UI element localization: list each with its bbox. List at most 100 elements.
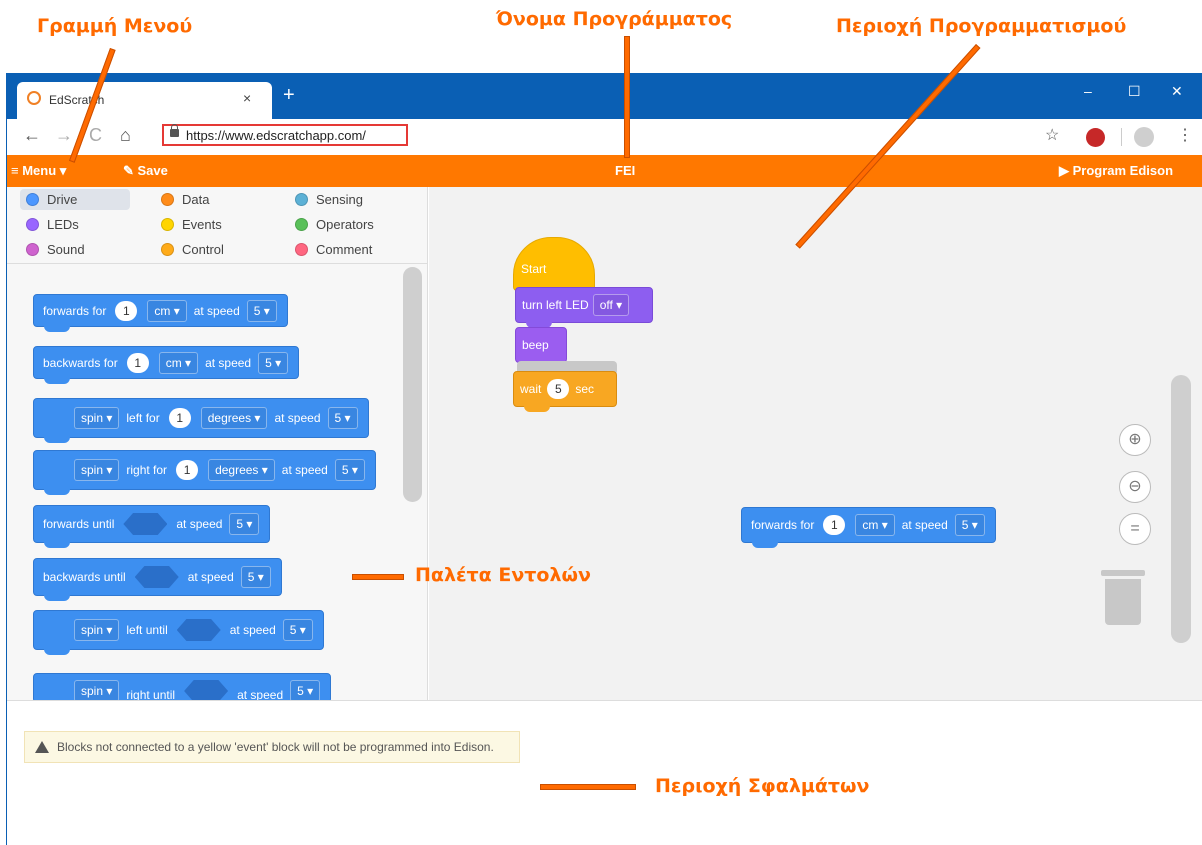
spin-dropdown[interactable]: spin ▾ [74,459,120,481]
tab-close-icon[interactable]: × [243,90,251,106]
condition-slot[interactable] [184,680,229,702]
address-bar-row: ← → C ⌂ https://www.edscratchapp.com/ ☆ … [7,119,1202,155]
block-text: forwards for [751,518,815,532]
condition-slot[interactable] [134,566,179,588]
unit-dropdown[interactable]: cm ▾ [158,351,199,374]
comment-color-icon [295,243,308,256]
speed-dropdown[interactable]: 5 ▾ [334,459,365,481]
forward-icon[interactable]: → [55,125,73,146]
block-forwards-for-loose[interactable]: forwards for 1 cm ▾ at speed 5 ▾ [741,507,996,548]
block-backwards-for[interactable]: backwards for 1 cm ▾ at speed 5 ▾ [33,346,300,384]
degrees-input[interactable]: 1 [176,460,199,480]
distance-input[interactable]: 1 [115,300,138,321]
category-label: Events [182,217,222,232]
category-sensing[interactable]: Sensing [289,189,363,210]
speed-dropdown[interactable]: 5 ▾ [954,514,985,536]
save-button[interactable]: ✎ Save [123,163,168,179]
close-window-button[interactable]: ✕ [1171,83,1183,100]
menu-button[interactable]: ≡ Menu ▾ [11,163,66,179]
block-forwards-for[interactable]: forwards for 1 cm ▾ at speed 5 ▾ [33,294,288,332]
block-text: at speed [205,355,252,370]
category-sound[interactable]: Sound [20,239,85,260]
control-color-icon [161,243,174,256]
url-input[interactable]: https://www.edscratchapp.com/ [162,124,408,146]
warning-message: Blocks not connected to a yellow 'event'… [24,731,520,763]
palette-scrollbar[interactable] [403,267,422,502]
category-operators[interactable]: Operators [289,214,374,235]
category-events[interactable]: Events [155,214,222,235]
speed-dropdown[interactable]: 5 ▾ [240,566,271,588]
trash-can-icon[interactable] [1105,579,1141,625]
category-data[interactable]: Data [155,189,209,210]
speed-dropdown[interactable]: 5 ▾ [290,680,321,702]
wait-input[interactable]: 5 [547,379,570,399]
category-leds[interactable]: LEDs [20,214,79,235]
block-text: turn left LED [522,298,589,312]
zoom-out-icon[interactable]: ⊖ [1119,471,1151,503]
block-spin-left-for[interactable]: spin ▾ left for 1 degrees ▾ at speed 5 ▾ [33,398,369,443]
zoom-reset-icon[interactable]: = [1119,513,1151,545]
data-color-icon [161,193,174,206]
speed-dropdown[interactable]: 5 ▾ [282,619,313,641]
leds-color-icon [26,218,39,231]
workspace-vertical-scrollbar[interactable] [1171,375,1191,643]
block-start[interactable]: Start [513,237,595,291]
unit-dropdown[interactable]: cm ▾ [147,299,187,322]
block-text: at speed [176,517,223,531]
block-spin-right-until[interactable]: spin ▾ right until at speed 5 ▾ [33,673,332,703]
block-backwards-until[interactable]: backwards until at speed 5 ▾ [33,558,282,601]
speed-dropdown[interactable]: 5 ▾ [246,299,277,322]
home-icon[interactable]: ⌂ [120,125,131,146]
block-spin-right-for[interactable]: spin ▾ right for 1 degrees ▾ at speed 5 ▾ [33,450,376,495]
block-beep[interactable]: beep [515,327,567,368]
category-comment[interactable]: Comment [289,239,372,260]
annotation-programming-area: Περιοχή Προγραμματισμού [836,15,1127,37]
degrees-input[interactable]: 1 [168,408,191,428]
program-edison-button[interactable]: ▶ Program Edison [1059,163,1173,179]
led-state-dropdown[interactable]: off ▾ [592,294,630,316]
maximize-button[interactable]: ☐ [1128,83,1141,100]
speed-dropdown[interactable]: 5 ▾ [258,351,289,374]
category-drive[interactable]: Drive [20,189,130,210]
category-control[interactable]: Control [155,239,224,260]
block-text: left until [126,623,168,637]
error-scrollbar[interactable] [1193,705,1199,835]
profile-avatar[interactable] [1134,127,1154,147]
minimize-button[interactable]: – [1084,83,1092,99]
distance-input[interactable]: 1 [823,515,846,535]
condition-slot[interactable] [123,513,168,535]
bookmark-star-icon[interactable]: ☆ [1045,125,1059,145]
zoom-in-icon[interactable]: ⊕ [1119,424,1151,456]
unit-dropdown[interactable]: degrees ▾ [200,407,268,429]
condition-slot[interactable] [176,619,221,641]
distance-input[interactable]: 1 [126,352,149,373]
unit-dropdown[interactable]: cm ▾ [855,514,895,536]
back-icon[interactable]: ← [23,125,41,146]
screenshot-root: Γραμμή Μενού Όνομα Προγράμματος Περιοχή … [0,0,1202,845]
block-forwards-until[interactable]: forwards until at speed 5 ▾ [33,505,271,548]
block-wait[interactable]: wait 5 sec [513,371,617,412]
unit-dropdown[interactable]: degrees ▾ [208,459,275,481]
block-text: at speed [901,518,948,532]
speed-dropdown[interactable]: 5 ▾ [327,407,358,429]
trash-lid-icon [1101,570,1145,576]
annotation-program-name: Όνομα Προγράμματος [496,8,733,30]
speed-dropdown[interactable]: 5 ▾ [229,513,260,535]
reload-icon[interactable]: C [89,125,102,146]
category-label: Control [182,242,224,257]
extension-icon[interactable] [1086,128,1105,147]
block-turn-left-led[interactable]: turn left LED off ▾ [515,287,653,328]
category-label: Operators [316,217,374,232]
spin-dropdown[interactable]: spin ▾ [74,407,120,429]
browser-menu-icon[interactable]: ⋮ [1177,125,1193,145]
block-spin-left-until[interactable]: spin ▾ left until at speed 5 ▾ [33,610,324,655]
program-name[interactable]: FEI [615,163,635,178]
spin-dropdown[interactable]: spin ▾ [74,619,120,641]
new-tab-button[interactable]: + [283,84,295,107]
annotation-command-palette: Παλέτα Εντολών [415,564,591,586]
block-text: Start [521,262,547,276]
programming-workspace[interactable]: Start turn left LED off ▾ beep wait 5 sec f… [429,187,1202,770]
lock-icon [170,124,179,137]
spin-dropdown[interactable]: spin ▾ [74,680,120,702]
browser-tab[interactable]: EdScratch × [17,82,272,119]
